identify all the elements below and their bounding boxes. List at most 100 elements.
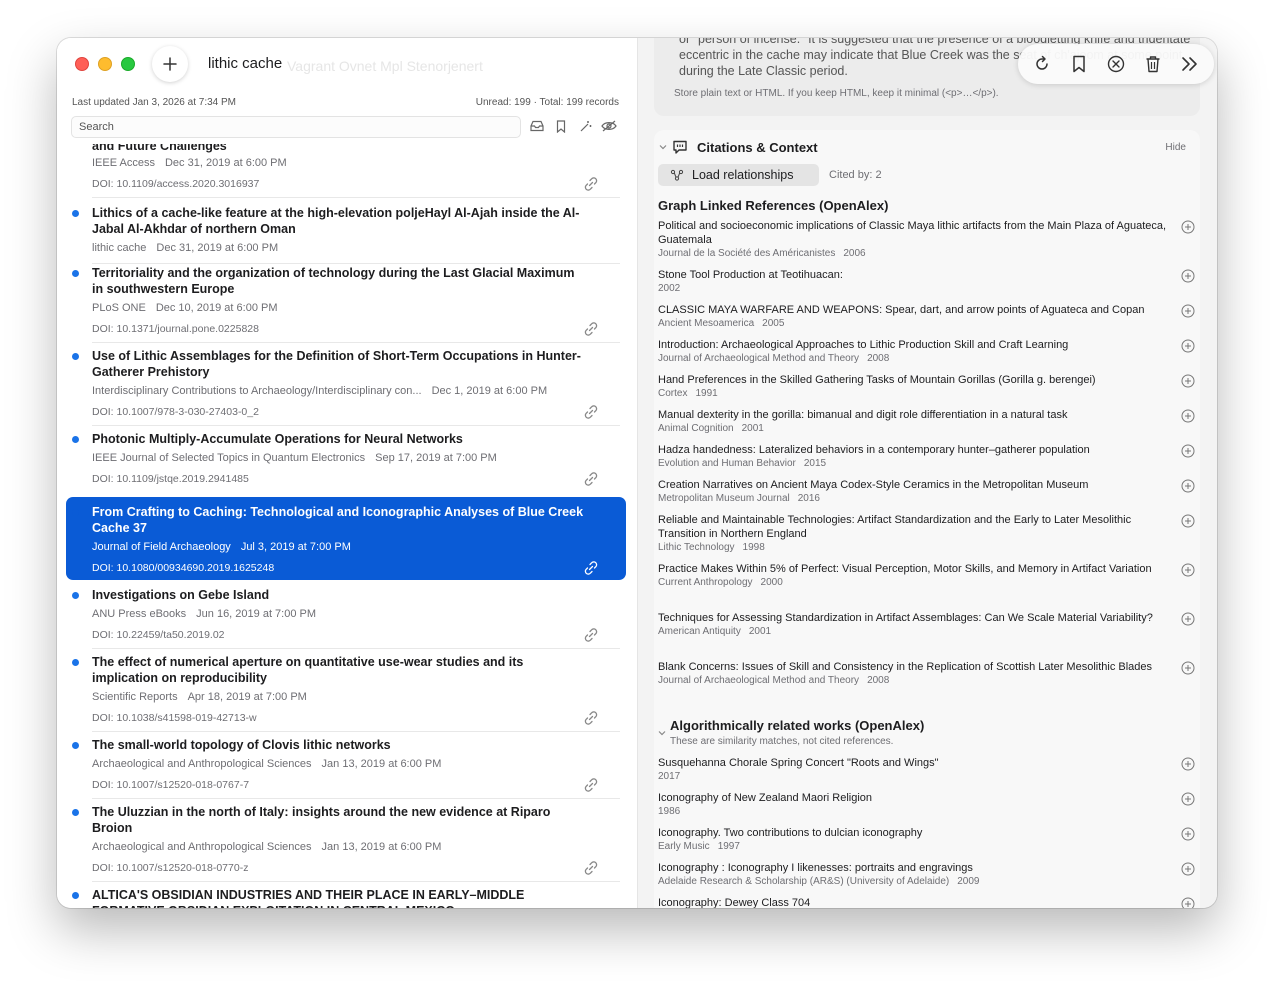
reference-item: Practice Makes Within 5% of Perfect: Vis…	[658, 562, 1178, 588]
reference-title: CLASSIC MAYA WARFARE AND WEAPONS: Spear,…	[658, 304, 1145, 316]
add-reference-icon[interactable]	[1181, 339, 1195, 353]
reference-meta: Evolution and Human Behavior 2015	[658, 458, 1178, 469]
separator	[92, 425, 620, 426]
add-reference-icon[interactable]	[1181, 612, 1195, 626]
eye-slash-icon[interactable]	[601, 118, 617, 134]
zoom-window-button[interactable]	[121, 57, 135, 71]
reference-title: Creation Narratives on Ancient Maya Code…	[658, 479, 1089, 491]
related-meta: Early Music 1997	[658, 841, 1178, 852]
item-doi: DOI: 10.1109/access.2020.3016937	[92, 178, 260, 190]
reference-year: 2001	[748, 626, 772, 637]
minimize-window-button[interactable]	[98, 57, 112, 71]
add-reference-icon[interactable]	[1181, 220, 1195, 234]
link-icon[interactable]	[583, 560, 599, 576]
bookmark-icon[interactable]	[1068, 53, 1090, 75]
item-meta: Archaeological and Anthropological Scien…	[92, 841, 441, 853]
reference-journal: Animal Cognition	[658, 423, 734, 434]
item-source: ANU Press eBooks	[92, 608, 187, 620]
add-related-icon[interactable]	[1181, 897, 1195, 908]
add-reference-icon[interactable]	[1181, 661, 1195, 675]
item-source: Interdisciplinary Contributions to Archa…	[92, 385, 422, 397]
reference-meta: Current Anthropology 2000	[658, 577, 1178, 588]
hide-citations-button[interactable]: Hide	[1165, 142, 1186, 153]
inbox-filter-icon[interactable]	[529, 118, 545, 134]
chevron-down-icon[interactable]	[658, 142, 668, 152]
link-icon[interactable]	[583, 627, 599, 643]
link-icon[interactable]	[583, 321, 599, 337]
double-chevron-right-icon[interactable]	[1179, 53, 1201, 75]
add-related-icon[interactable]	[1181, 862, 1195, 876]
unread-dot	[72, 270, 79, 277]
add-reference-icon[interactable]	[1181, 479, 1195, 493]
refresh-icon[interactable]	[1031, 53, 1053, 75]
item-title: and Future Challenges	[92, 144, 227, 153]
item-doi: DOI: 10.1007/978-3-030-27403-0_2	[92, 406, 259, 418]
add-reference-icon[interactable]	[1181, 444, 1195, 458]
related-works-note: These are similarity matches, not cited …	[670, 736, 894, 747]
last-updated-text: Last updated Jan 3, 2026 at 7:34 PM	[72, 97, 237, 108]
item-source: PLoS ONE	[92, 302, 146, 314]
separator	[92, 263, 620, 264]
window-title: lithic cache	[208, 55, 283, 72]
add-related-icon[interactable]	[1181, 757, 1195, 771]
close-circle-icon[interactable]	[1105, 53, 1127, 75]
item-doi: DOI: 10.1080/00934690.2019.1625248	[92, 562, 275, 574]
bookmark-filter-icon[interactable]	[553, 118, 569, 134]
close-window-button[interactable]	[75, 57, 89, 71]
load-relationships-button[interactable]: Load relationships	[658, 164, 819, 186]
item-date: Jun 16, 2019 at 7:00 PM	[196, 608, 317, 620]
item-date: Dec 31, 2019 at 6:00 PM	[164, 157, 287, 169]
add-button[interactable]	[152, 46, 188, 82]
link-icon[interactable]	[583, 176, 599, 192]
item-date: Apr 18, 2019 at 7:00 PM	[187, 691, 307, 703]
item-title: Territoriality and the organization of t…	[92, 266, 575, 296]
reference-journal: American Antiquity	[658, 626, 741, 637]
link-icon[interactable]	[583, 710, 599, 726]
reference-journal: Journal de la Société des Américanistes	[658, 248, 836, 259]
link-icon[interactable]	[583, 471, 599, 487]
reference-journal: Journal of Archaeological Method and The…	[658, 675, 860, 686]
reference-title: Techniques for Assessing Standardization…	[658, 612, 1153, 624]
reference-year: 2002	[658, 283, 681, 294]
link-icon[interactable]	[583, 777, 599, 793]
add-reference-icon[interactable]	[1181, 514, 1195, 528]
magic-filter-icon[interactable]	[577, 118, 593, 134]
item-doi: DOI: 10.1007/s12520-018-0767-7	[92, 779, 250, 791]
chevron-down-icon[interactable]	[657, 728, 667, 738]
item-meta: IEEE Access Dec 31, 2019 at 6:00 PM	[92, 157, 287, 169]
unread-dot	[72, 436, 79, 443]
add-reference-icon[interactable]	[1181, 304, 1195, 318]
item-title: Use of Lithic Assemblages for the Defini…	[92, 349, 581, 379]
related-item: Susquehanna Chorale Spring Concert "Root…	[658, 756, 1178, 782]
related-title: Iconography : Iconography I likenesses: …	[658, 862, 973, 874]
reference-meta: American Antiquity 2001	[658, 626, 1178, 637]
item-source: IEEE Journal of Selected Topics in Quant…	[92, 452, 366, 464]
reference-year: 2008	[867, 675, 890, 686]
reference-item: Manual dexterity in the gorilla: bimanua…	[658, 408, 1178, 434]
add-reference-icon[interactable]	[1181, 269, 1195, 283]
link-icon[interactable]	[583, 860, 599, 876]
unread-dot	[72, 892, 79, 899]
add-reference-icon[interactable]	[1181, 563, 1195, 577]
unread-dot	[72, 742, 79, 749]
reference-year: 1998	[742, 542, 765, 553]
item-date: Dec 1, 2019 at 6:00 PM	[431, 385, 548, 397]
add-related-icon[interactable]	[1181, 827, 1195, 841]
floating-toolbar	[1018, 44, 1214, 84]
add-related-icon[interactable]	[1181, 792, 1195, 806]
reference-journal: Cortex	[658, 388, 688, 399]
item-date: Jan 13, 2019 at 6:00 PM	[321, 758, 442, 770]
add-reference-icon[interactable]	[1181, 374, 1195, 388]
record-list-pane: Vagrant Ovnet Mpl Stenorjenert lithic ca…	[57, 38, 637, 908]
trash-icon[interactable]	[1142, 53, 1164, 75]
item-title: The Uluzzian in the north of Italy: insi…	[92, 805, 551, 835]
related-meta: 1986	[658, 806, 1178, 817]
add-reference-icon[interactable]	[1181, 409, 1195, 423]
item-source: lithic cache	[92, 242, 147, 254]
reference-year: 2008	[867, 353, 890, 364]
item-source: Archaeological and Anthropological Scien…	[92, 758, 312, 770]
link-icon[interactable]	[583, 404, 599, 420]
item-doi: DOI: 10.1007/s12520-018-0770-z	[92, 862, 249, 874]
reference-journal: Evolution and Human Behavior	[658, 458, 796, 469]
search-input[interactable]: Search	[71, 116, 521, 138]
